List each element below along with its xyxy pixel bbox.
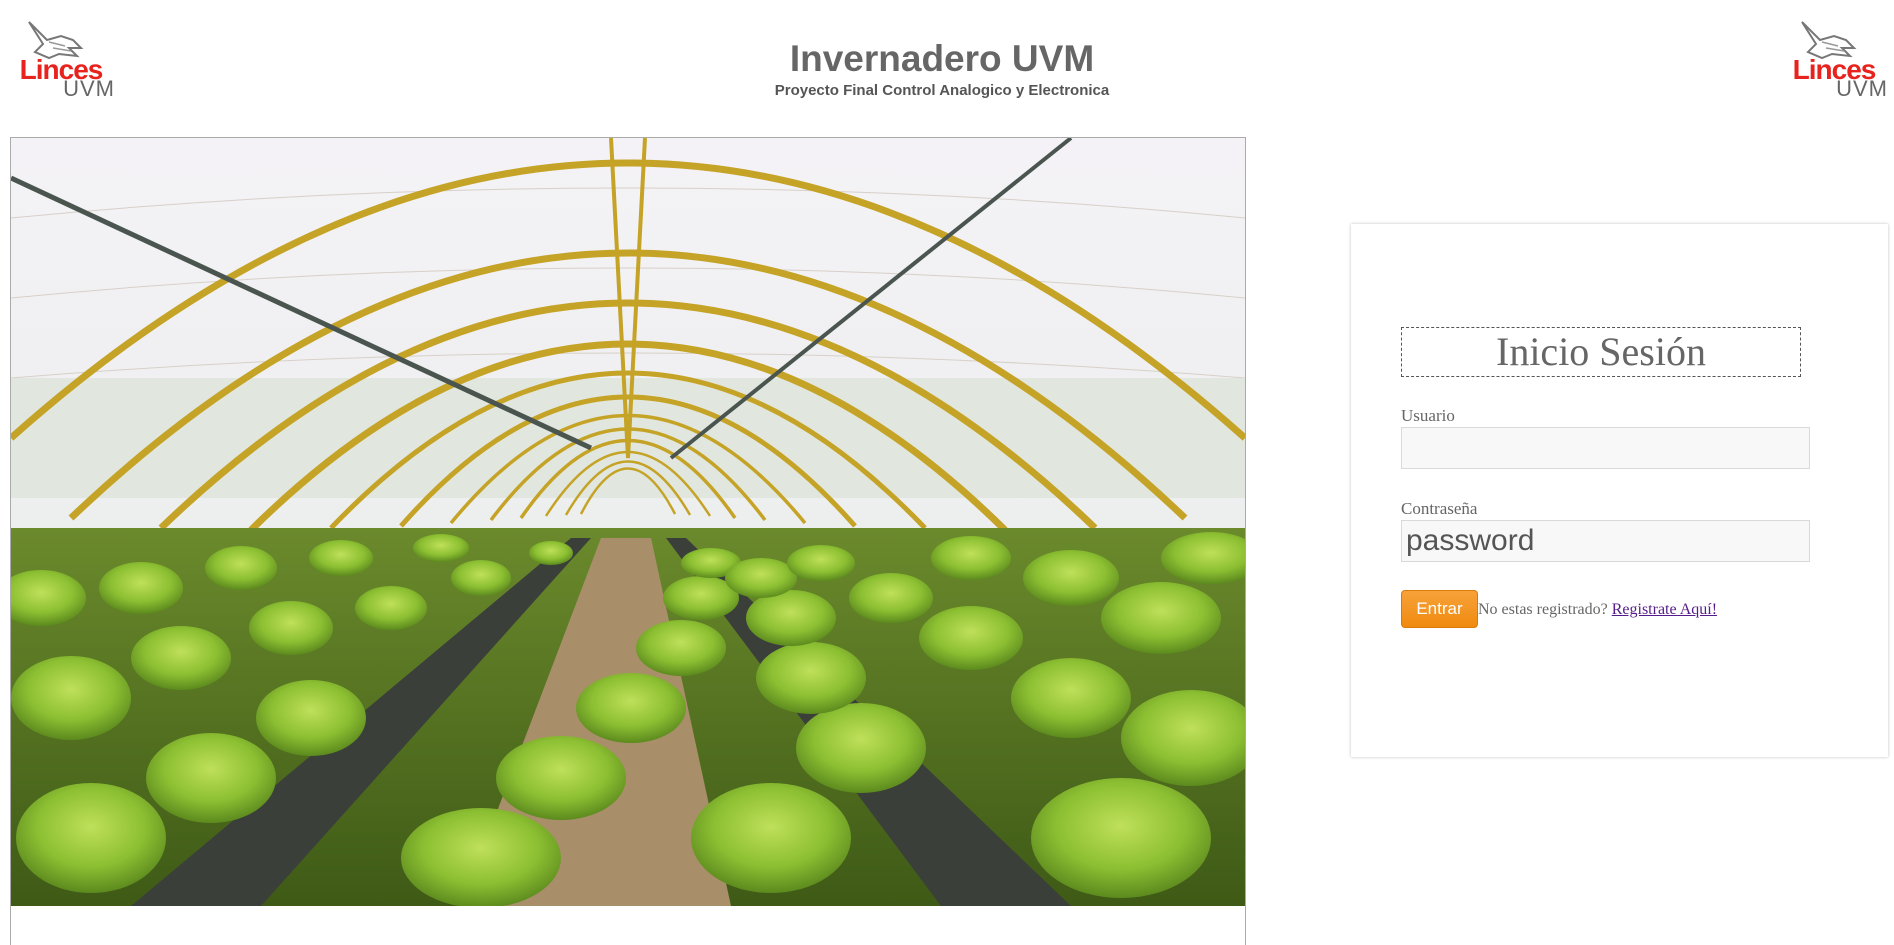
- register-link[interactable]: Registrate Aquí!: [1612, 601, 1717, 618]
- username-label: Usuario: [1401, 406, 1455, 425]
- page-title: Invernadero UVM: [789, 38, 1095, 79]
- greenhouse-photo-frame: [10, 137, 1246, 945]
- login-title: Inicio Sesión: [1401, 327, 1801, 377]
- username-input[interactable]: [1401, 427, 1810, 469]
- page-header: Invernadero UVM Proyecto Final Control A…: [0, 38, 1894, 100]
- enter-button[interactable]: Entrar: [1401, 590, 1478, 628]
- password-input[interactable]: password: [1401, 520, 1810, 562]
- register-prompt: No estas registrado?: [1478, 601, 1608, 618]
- password-label: Contraseña: [1401, 499, 1478, 518]
- page-subtitle: Proyecto Final Control Analogico y Elect…: [774, 82, 1110, 99]
- register-row: No estas registrado? Registrate Aquí!: [1478, 601, 1717, 619]
- login-card: Inicio Sesión Usuario Contraseña passwor…: [1351, 224, 1888, 757]
- greenhouse-photo: [11, 138, 1245, 906]
